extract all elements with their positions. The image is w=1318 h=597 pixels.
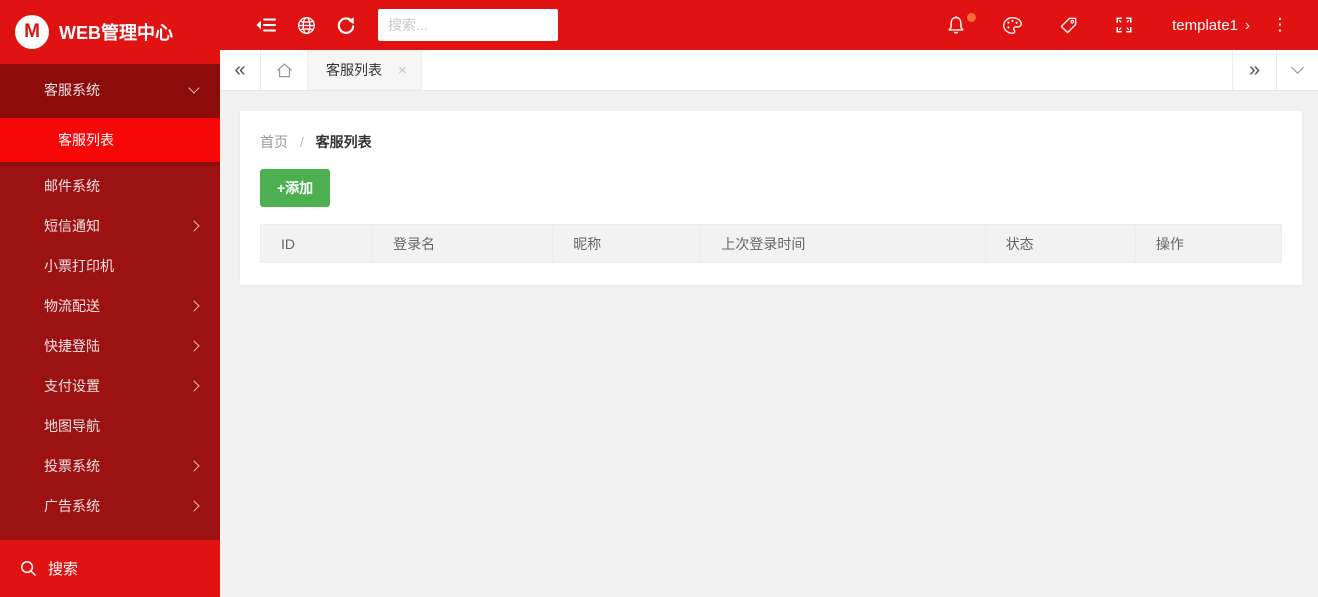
sidebar-item[interactable]: 短信通知 — [0, 206, 220, 246]
double-chevron-right-icon: » — [1248, 58, 1261, 81]
sidebar-item-label: 地图导航 — [44, 418, 100, 434]
template-switcher[interactable]: template1 › — [1172, 0, 1250, 50]
logo-m-icon: M — [15, 15, 49, 49]
add-button[interactable]: +添加 — [260, 169, 331, 207]
chevron-right-icon — [188, 340, 200, 352]
tabbar: « 客服列表 × » — [220, 50, 1318, 91]
sidebar-item-label: 物流配送 — [44, 298, 100, 314]
sidebar-item-label: 快捷登陆 — [44, 338, 100, 354]
sidebar-item-label: 投票系统 — [44, 458, 100, 474]
tag-icon — [1060, 17, 1076, 33]
home-icon — [276, 62, 292, 77]
chevron-down-icon — [1291, 61, 1304, 74]
sidebar-item-label: 短信通知 — [44, 218, 100, 234]
brand-logo[interactable]: M WEB管理中心 — [0, 0, 220, 64]
sidebar-search-button[interactable]: 搜索 — [0, 540, 220, 597]
more-vertical-icon: ⋮ — [1271, 15, 1289, 34]
breadcrumb: 首页 / 客服列表 — [260, 111, 1282, 152]
chevron-right-icon: › — [1245, 16, 1250, 34]
table-column-header: 登录名 — [372, 224, 554, 263]
breadcrumb-home-link[interactable]: 首页 — [260, 134, 288, 150]
tag-button[interactable] — [1046, 0, 1090, 50]
sidebar-item-customer-service-system[interactable]: 客服系统 — [0, 64, 220, 116]
notifications-button[interactable] — [934, 0, 978, 50]
table-column-header: 昵称 — [552, 224, 702, 263]
app-title: WEB管理中心 — [59, 23, 173, 43]
chevron-right-icon — [188, 380, 200, 392]
submenu-customer-service: 客服列表 — [0, 116, 220, 166]
sidebar-item[interactable]: 物流配送 — [0, 286, 220, 326]
tab-customer-service-list[interactable]: 客服列表 × — [308, 50, 422, 90]
customer-service-table: ID 登录名 昵称 上次登录时间 状态 操作 — [259, 224, 1283, 263]
more-options-button[interactable]: ⋮ — [1260, 0, 1300, 50]
menu-collapse-icon — [256, 18, 276, 32]
refresh-icon — [337, 17, 355, 34]
sidebar-item-label: 小票打印机 — [44, 258, 114, 274]
sidebar-item[interactable]: 小票打印机 — [0, 246, 220, 286]
tabs-menu-button[interactable] — [1276, 50, 1318, 90]
content-card: 首页 / 客服列表 +添加 ID 登录名 昵称 上次登录时间 状态 操作 — [240, 111, 1302, 285]
language-button[interactable] — [286, 0, 326, 50]
tabs-scroll-right-button[interactable]: » — [1232, 50, 1276, 90]
table-header-row: ID 登录名 昵称 上次登录时间 状态 操作 — [259, 224, 1283, 263]
table-column-header: 操作 — [1134, 224, 1283, 263]
breadcrumb-separator: / — [299, 134, 304, 150]
chevron-right-icon — [188, 300, 200, 312]
sidebar-search-label: 搜索 — [48, 561, 79, 578]
sidebar-subitem-customer-service-list[interactable]: 客服列表 — [0, 118, 220, 162]
chevron-right-icon — [188, 220, 200, 232]
sidebar-item[interactable]: 快捷登陆 — [0, 326, 220, 366]
sidebar-menu: 邮件系统 短信通知 小票打印机 物流配送 快捷登陆 支付设置 地图导航 投票系统… — [0, 166, 220, 526]
main-content: 首页 / 客服列表 +添加 ID 登录名 昵称 上次登录时间 状态 操作 — [220, 92, 1318, 597]
sidebar-item[interactable]: 邮件系统 — [0, 166, 220, 206]
tab-label: 客服列表 — [326, 62, 382, 78]
sidebar-item[interactable]: 支付设置 — [0, 366, 220, 406]
search-icon — [21, 561, 36, 576]
topbar: template1 › ⋮ — [220, 0, 1318, 50]
topbar-right-group: template1 › ⋮ — [922, 0, 1300, 50]
globe-icon — [297, 16, 315, 34]
refresh-button[interactable] — [326, 0, 366, 50]
template-label: template1 — [1172, 16, 1238, 34]
sidebar: M WEB管理中心 客服系统 客服列表 邮件系统 短信通知 小票打印机 物流配送… — [0, 0, 220, 597]
sidebar-item[interactable]: 投票系统 — [0, 446, 220, 486]
fullscreen-icon — [1116, 17, 1132, 33]
sidebar-item[interactable]: 地图导航 — [0, 406, 220, 446]
bell-icon — [948, 15, 964, 34]
double-chevron-left-icon: « — [234, 58, 246, 81]
tabbar-right-group: » — [1232, 50, 1318, 90]
chevron-down-icon — [188, 82, 200, 94]
sidebar-subitem-label: 客服列表 — [58, 132, 114, 148]
topbar-search-input[interactable] — [378, 9, 558, 41]
menu-collapse-button[interactable] — [246, 0, 286, 50]
sidebar-item-label: 邮件系统 — [44, 178, 100, 194]
sidebar-item-label: 客服系统 — [44, 82, 100, 98]
palette-icon — [1002, 16, 1022, 34]
sidebar-item-label: 广告系统 — [44, 498, 100, 514]
chevron-right-icon — [188, 460, 200, 472]
sidebar-item-label: 支付设置 — [44, 378, 100, 394]
table-column-header: 状态 — [984, 224, 1136, 263]
sidebar-item[interactable]: 广告系统 — [0, 486, 220, 526]
breadcrumb-current: 客服列表 — [315, 134, 372, 150]
chevron-right-icon — [188, 500, 200, 512]
table-column-header: 上次登录时间 — [700, 224, 986, 263]
tabs-scroll-left-button[interactable]: « — [220, 50, 260, 90]
theme-button[interactable] — [990, 0, 1034, 50]
notification-badge-dot — [967, 13, 977, 22]
close-icon[interactable]: × — [398, 62, 407, 79]
table-column-header: ID — [259, 224, 374, 263]
fullscreen-button[interactable] — [1102, 0, 1146, 50]
tab-home[interactable] — [260, 50, 308, 90]
